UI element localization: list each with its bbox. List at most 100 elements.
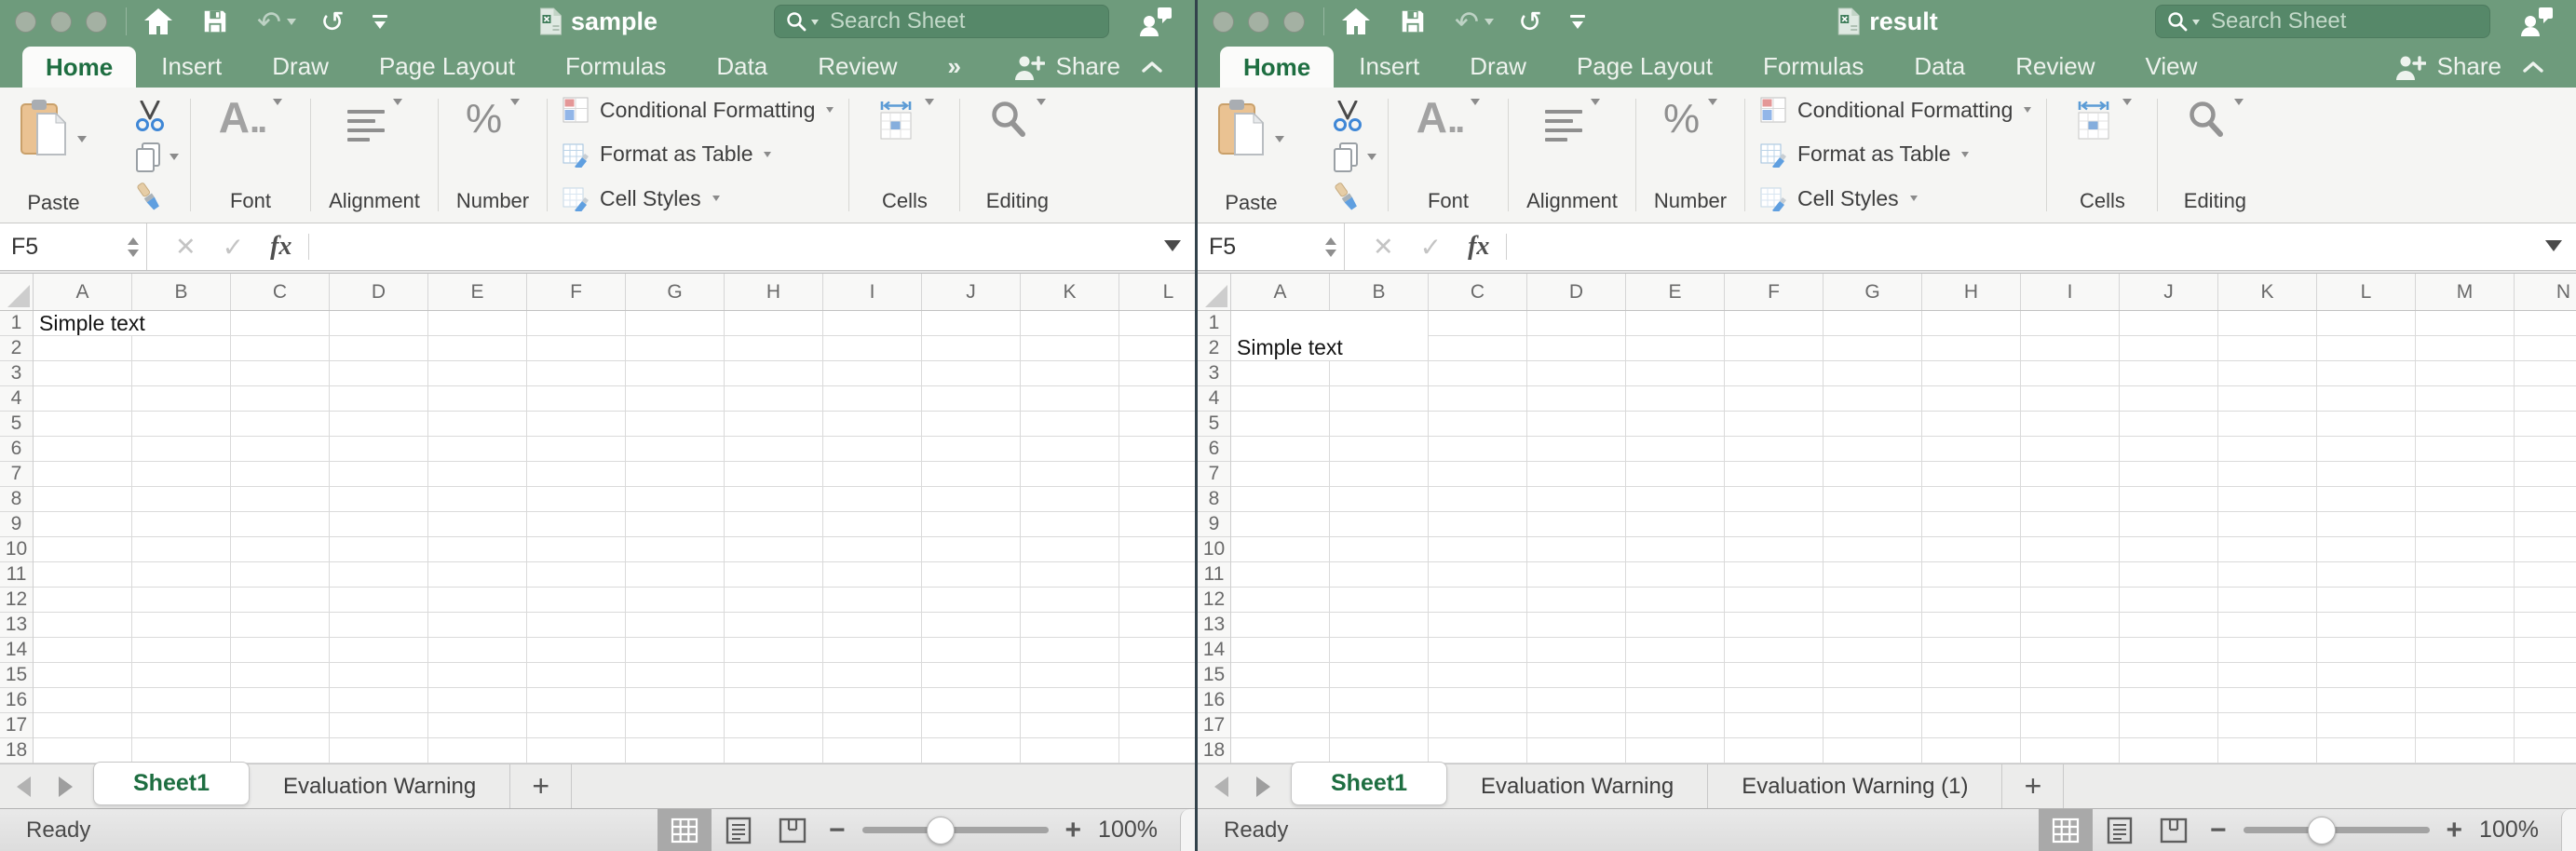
cell-a1-text[interactable]: Simple text [34, 311, 162, 335]
zoom-slider[interactable] [2244, 827, 2430, 833]
ribbon-tab[interactable]: Data [1914, 45, 1965, 88]
row-header[interactable]: 7 [1198, 462, 1230, 487]
row-header[interactable]: 12 [0, 588, 33, 613]
alignment-dropdown-caret[interactable] [1591, 99, 1600, 105]
zoom-level[interactable]: 100% [2479, 817, 2539, 844]
cells-dropdown-caret[interactable] [2122, 99, 2132, 105]
column-header[interactable]: D [1527, 274, 1626, 310]
ribbon-tab[interactable]: Draw [1470, 45, 1526, 88]
tab-home[interactable]: Home [22, 47, 136, 88]
column-header[interactable]: J [2120, 274, 2218, 310]
row-header[interactable]: 16 [0, 688, 33, 713]
zoom-out-button[interactable]: − [2210, 815, 2227, 846]
presence-icon[interactable] [2520, 7, 2554, 41]
editing-button[interactable] [989, 99, 1046, 140]
name-box-stepper[interactable] [1325, 237, 1336, 257]
column-header[interactable]: K [1021, 274, 1119, 310]
row-header[interactable]: 17 [0, 713, 33, 738]
normal-view-button[interactable] [658, 809, 712, 851]
save-icon[interactable] [201, 7, 229, 35]
row-header[interactable]: 1 [0, 311, 33, 336]
ribbon-tab[interactable]: Review [818, 45, 897, 88]
row-header[interactable]: 15 [0, 663, 33, 688]
minimize-button[interactable] [1248, 11, 1269, 33]
column-header[interactable]: B [1330, 274, 1429, 310]
copy-button[interactable] [1332, 142, 1376, 173]
ribbon-tab[interactable]: Formulas [1763, 45, 1864, 88]
row-header[interactable]: 11 [1198, 562, 1230, 588]
column-header[interactable]: F [1725, 274, 1824, 310]
row-header[interactable]: 5 [0, 412, 33, 437]
ribbon-tab[interactable]: Formulas [565, 45, 666, 88]
row-header[interactable]: 18 [0, 738, 33, 763]
font-settings-button[interactable]: A.. [219, 99, 282, 137]
row-header[interactable]: 4 [0, 386, 33, 412]
paste-button[interactable] [20, 97, 87, 156]
row-header[interactable]: 9 [0, 512, 33, 537]
format-as-table-button[interactable]: Format as Table [563, 142, 834, 168]
ribbon-tab[interactable]: Insert [1359, 45, 1419, 88]
collapse-ribbon-icon[interactable] [1141, 61, 1163, 74]
cells-area[interactable]: Simple text [1231, 311, 2576, 763]
number-format-button[interactable]: % [466, 99, 520, 140]
row-header[interactable]: 6 [1198, 437, 1230, 462]
copy-dropdown-caret[interactable] [169, 154, 179, 160]
add-sheet-button[interactable]: + [2002, 764, 2064, 808]
normal-view-button[interactable] [2039, 809, 2093, 851]
formula-bar-expand-caret[interactable] [2545, 240, 2562, 251]
column-header[interactable]: A [34, 274, 132, 310]
name-box-stepper[interactable] [128, 237, 139, 257]
row-header[interactable]: 17 [1198, 713, 1230, 738]
copy-button[interactable] [134, 142, 179, 173]
column-header[interactable]: D [330, 274, 428, 310]
conditional-formatting-button[interactable]: Conditional Formatting [563, 97, 834, 123]
alignment-button[interactable] [1545, 99, 1600, 142]
select-all-corner[interactable] [1198, 274, 1231, 310]
row-header[interactable]: 10 [0, 537, 33, 562]
enter-icon[interactable]: ✓ [1420, 232, 1442, 263]
column-header[interactable]: I [823, 274, 922, 310]
undo-dropdown-caret[interactable] [1485, 19, 1494, 25]
column-header[interactable]: C [1429, 274, 1527, 310]
row-header[interactable]: 15 [1198, 663, 1230, 688]
zoom-slider-thumb[interactable] [2308, 817, 2336, 844]
formula-input[interactable] [1507, 223, 2576, 270]
undo-dropdown-caret[interactable] [287, 19, 296, 25]
ribbon-tab[interactable]: Page Layout [1577, 45, 1713, 88]
column-header[interactable]: J [922, 274, 1021, 310]
column-header[interactable]: L [1119, 274, 1195, 310]
enter-icon[interactable]: ✓ [223, 232, 244, 263]
editing-dropdown-caret[interactable] [1037, 99, 1046, 105]
sheet-tab[interactable]: Evaluation Warning [1447, 764, 1708, 808]
column-header[interactable]: A [1231, 274, 1330, 310]
editing-button[interactable] [2187, 99, 2244, 140]
column-header[interactable]: N [2515, 274, 2576, 310]
search-scope-caret[interactable] [2192, 20, 2200, 25]
row-header[interactable]: 4 [1198, 386, 1230, 412]
column-header[interactable]: B [132, 274, 231, 310]
paste-button[interactable] [1218, 97, 1284, 156]
row-header[interactable]: 13 [1198, 613, 1230, 638]
cancel-icon[interactable]: ✕ [175, 233, 197, 262]
zoom-window-button[interactable] [86, 11, 107, 33]
tab-home[interactable]: Home [1220, 47, 1334, 88]
sheet-tab[interactable]: Evaluation Warning [250, 764, 510, 808]
share-button[interactable]: Share [1013, 52, 1163, 81]
font-dropdown-caret[interactable] [273, 99, 282, 105]
cf-dropdown-caret[interactable] [2024, 107, 2031, 113]
column-header[interactable]: E [1626, 274, 1725, 310]
minimize-button[interactable] [50, 11, 72, 33]
cancel-icon[interactable]: ✕ [1373, 233, 1394, 262]
format-as-table-button[interactable]: Format as Table [1760, 142, 2031, 168]
sheet-tab-sheet1[interactable]: Sheet1 [1291, 762, 1447, 805]
zoom-out-button[interactable]: − [829, 815, 846, 846]
cells-area[interactable]: Simple text [34, 311, 1195, 763]
row-header[interactable]: 6 [0, 437, 33, 462]
close-button[interactable] [15, 11, 36, 33]
cells-button[interactable] [875, 99, 934, 142]
row-header[interactable]: 12 [1198, 588, 1230, 613]
redo-icon[interactable]: ↺ [1518, 7, 1542, 36]
cf-dropdown-caret[interactable] [826, 107, 834, 113]
conditional-formatting-button[interactable]: Conditional Formatting [1760, 97, 2031, 123]
column-header[interactable]: G [1824, 274, 1922, 310]
